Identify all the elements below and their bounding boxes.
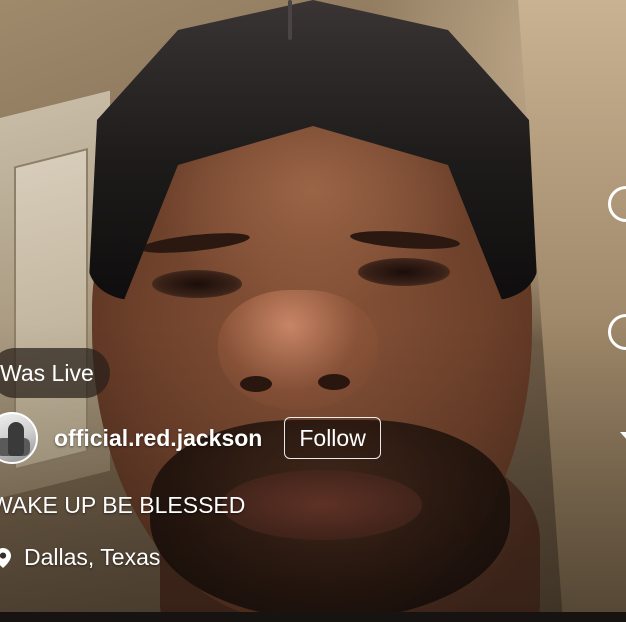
eye-right [358, 258, 450, 286]
was-live-label: Was Live [0, 360, 94, 386]
follow-button[interactable]: Follow [284, 417, 381, 459]
avatar-figure [8, 422, 24, 456]
location-label: Dallas, Texas [24, 544, 161, 570]
durag-seam [288, 0, 292, 40]
eye-left [152, 270, 242, 298]
location-tag[interactable]: Dallas, Texas [0, 544, 160, 571]
was-live-badge: Was Live [0, 348, 110, 398]
bottom-bar [0, 612, 626, 622]
user-row: official.red.jackson Follow [0, 410, 381, 466]
video-caption: WAKE UP BE BLESSED [0, 492, 246, 518]
live-video-view: Was Live official.red.jackson Follow WAK… [0, 0, 626, 622]
chevron-icon[interactable] [620, 432, 626, 441]
username-link[interactable]: official.red.jackson [54, 425, 262, 452]
profile-avatar[interactable] [0, 412, 38, 464]
location-pin-icon [0, 547, 11, 568]
